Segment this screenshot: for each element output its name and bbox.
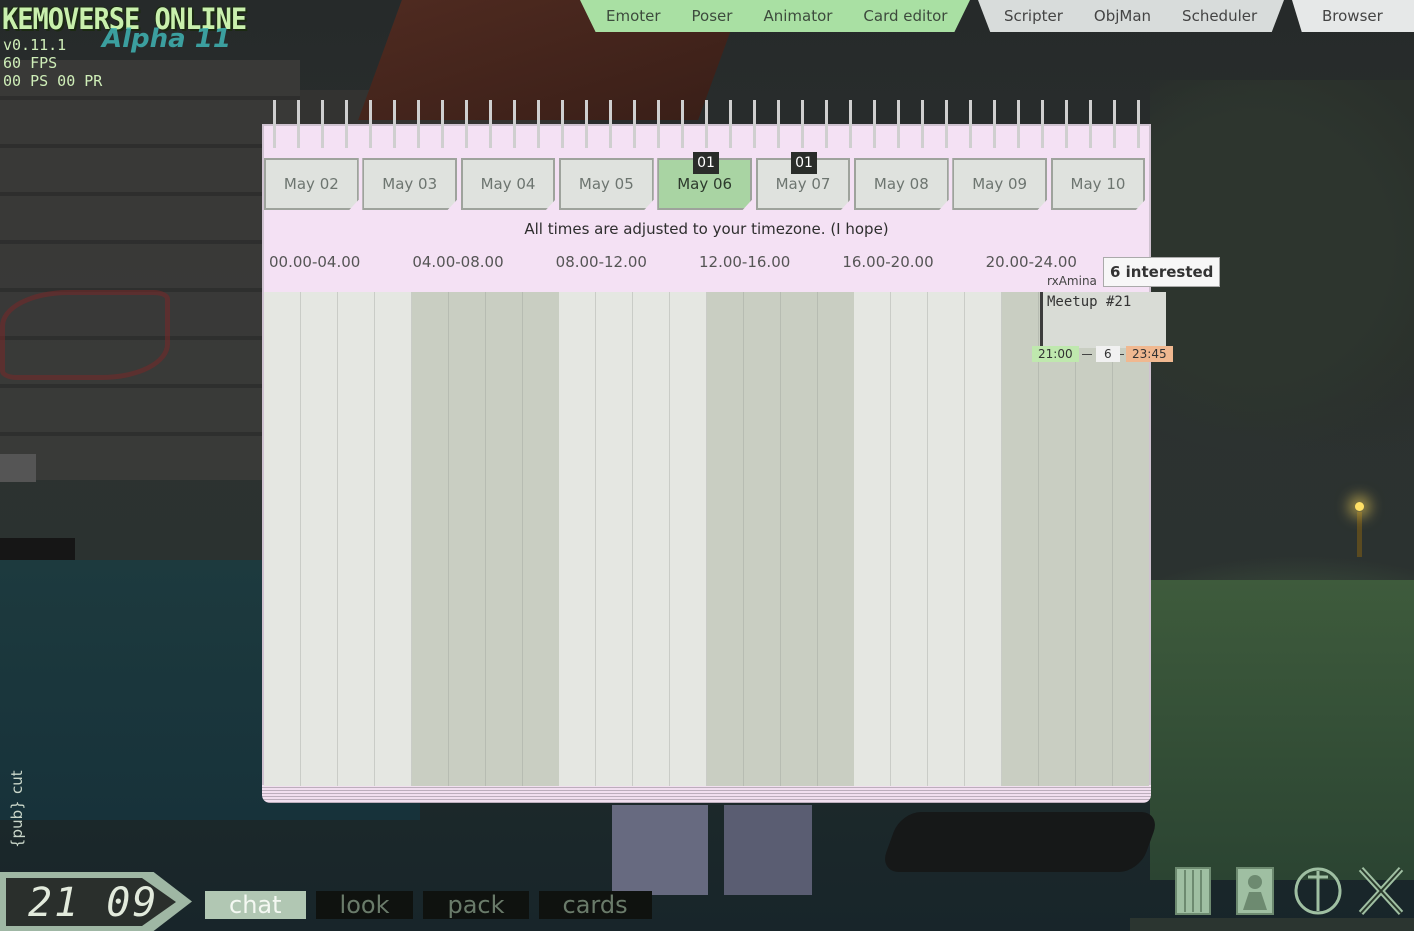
- time-slot-label: 04.00-08.00: [412, 253, 504, 271]
- tab-browser[interactable]: Browser: [1322, 7, 1383, 25]
- tab-emoter[interactable]: Emoter: [606, 7, 661, 25]
- day-tab-label: May 03: [382, 175, 438, 193]
- tab-pack[interactable]: pack: [423, 891, 529, 919]
- time-column: [264, 292, 412, 786]
- scenery-grass-right: [1150, 580, 1414, 880]
- tab-poser[interactable]: Poser: [692, 7, 733, 25]
- tab-animator[interactable]: Animator: [763, 7, 832, 25]
- event-count-badge-may-06: 01: [693, 152, 719, 174]
- time-column: [1001, 292, 1149, 786]
- tool-tabs-green: Emoter Poser Animator Card editor: [580, 0, 970, 32]
- game-clock: 21 09: [28, 880, 159, 926]
- chat-channel-labels: cut {pub}: [6, 770, 26, 850]
- scenery-graffiti: [0, 290, 170, 380]
- event-time-bar: 21:00 6 23:45: [1032, 346, 1178, 364]
- interested-tooltip: 6 interested: [1103, 257, 1221, 287]
- time-column: [559, 292, 707, 786]
- close-icon: [1358, 866, 1404, 916]
- event-owner: rxAmina: [1047, 274, 1097, 288]
- tab-objman[interactable]: ObjMan: [1094, 7, 1151, 25]
- day-tab-may-09[interactable]: May 09: [952, 158, 1048, 210]
- net-label: 00 PS 00 PR: [3, 72, 103, 90]
- day-tab-label: May 09: [972, 175, 1028, 193]
- scenery-shadow: [879, 812, 1161, 872]
- scenery-stone-wall: [0, 60, 300, 480]
- tab-look[interactable]: look: [315, 891, 414, 919]
- day-tab-label: May 04: [480, 175, 536, 193]
- cut-label[interactable]: cut: [8, 770, 26, 794]
- event-time-dash: [1082, 354, 1092, 355]
- time-slot-label: 00.00-04.00: [269, 253, 361, 271]
- wardrobe-button[interactable]: [1168, 864, 1218, 918]
- wardrobe-icon: [1175, 867, 1211, 915]
- time-slot-label: 08.00-12.00: [555, 253, 647, 271]
- scenery-sign: [0, 454, 36, 482]
- time-column: [854, 292, 1002, 786]
- event-block[interactable]: Meetup #21: [1040, 292, 1166, 348]
- scenery-lamp-post: [1357, 512, 1362, 557]
- fps-label: 60 FPS: [3, 54, 58, 72]
- jump-icon: [1294, 867, 1342, 915]
- day-tab-label: May 06: [677, 175, 733, 193]
- event-end-time: 23:45: [1126, 346, 1173, 362]
- event-start-time: 21:00: [1032, 346, 1079, 362]
- character-icon: [1236, 867, 1274, 915]
- scenery-lamp-light: [1355, 502, 1364, 511]
- day-tab-label: May 10: [1070, 175, 1126, 193]
- day-tab-may-10[interactable]: May 10: [1050, 158, 1146, 210]
- tab-card-editor[interactable]: Card editor: [863, 7, 947, 25]
- tool-tabs-browser: Browser: [1292, 0, 1414, 32]
- scenery-avatar-legs: [612, 805, 812, 895]
- bottom-right-bar: [1130, 918, 1414, 931]
- scenery-bench: [0, 538, 75, 668]
- version-label: v0.11.1: [3, 36, 67, 54]
- event-count-badge-may-07: 01: [791, 152, 817, 174]
- bottom-tab-bar: chat look pack cards: [205, 891, 662, 919]
- tab-chat[interactable]: chat: [205, 891, 306, 919]
- day-tab-may-03[interactable]: May 03: [362, 158, 458, 210]
- day-tab-label: May 02: [283, 175, 339, 193]
- time-slot-label: 12.00-16.00: [698, 253, 791, 271]
- day-tab-may-02[interactable]: May 02: [264, 158, 359, 210]
- time-column: [706, 292, 854, 786]
- tab-cards[interactable]: cards: [538, 891, 652, 919]
- game-subtitle: Alpha 11: [102, 24, 231, 54]
- day-tab-label: May 05: [578, 175, 634, 193]
- channel-label[interactable]: {pub}: [8, 800, 26, 848]
- time-slot-label: 16.00-20.00: [842, 253, 934, 271]
- timezone-notice: All times are adjusted to your timezone.…: [524, 220, 889, 238]
- day-tab-may-05[interactable]: May 05: [558, 158, 654, 210]
- time-slot-header: 00.00-04.00 04.00-08.00 08.00-12.00 12.0…: [269, 253, 1129, 271]
- jump-button[interactable]: [1293, 864, 1343, 918]
- day-tab-label: May 08: [873, 175, 929, 193]
- debug-stats: v0.11.1 60 FPS 00 PS 00 PR: [3, 36, 102, 90]
- tab-scheduler[interactable]: Scheduler: [1182, 7, 1257, 25]
- tool-tabs-grey: Scripter ObjMan Scheduler: [978, 0, 1284, 32]
- day-tab-label: May 07: [775, 175, 831, 193]
- scenery-trees: [1150, 80, 1414, 500]
- calendar-rings: [270, 100, 1145, 148]
- event-interested-count: 6: [1096, 346, 1120, 362]
- day-tab-may-08[interactable]: May 08: [853, 158, 949, 210]
- day-tab-may-04[interactable]: May 04: [460, 158, 556, 210]
- schedule-grid[interactable]: [264, 292, 1149, 786]
- character-button[interactable]: [1230, 864, 1280, 918]
- event-title: Meetup #21: [1047, 294, 1132, 310]
- tab-scripter[interactable]: Scripter: [1004, 7, 1063, 25]
- exit-button[interactable]: [1356, 864, 1406, 918]
- time-column: [411, 292, 559, 786]
- calendar-page-stack: [262, 785, 1151, 803]
